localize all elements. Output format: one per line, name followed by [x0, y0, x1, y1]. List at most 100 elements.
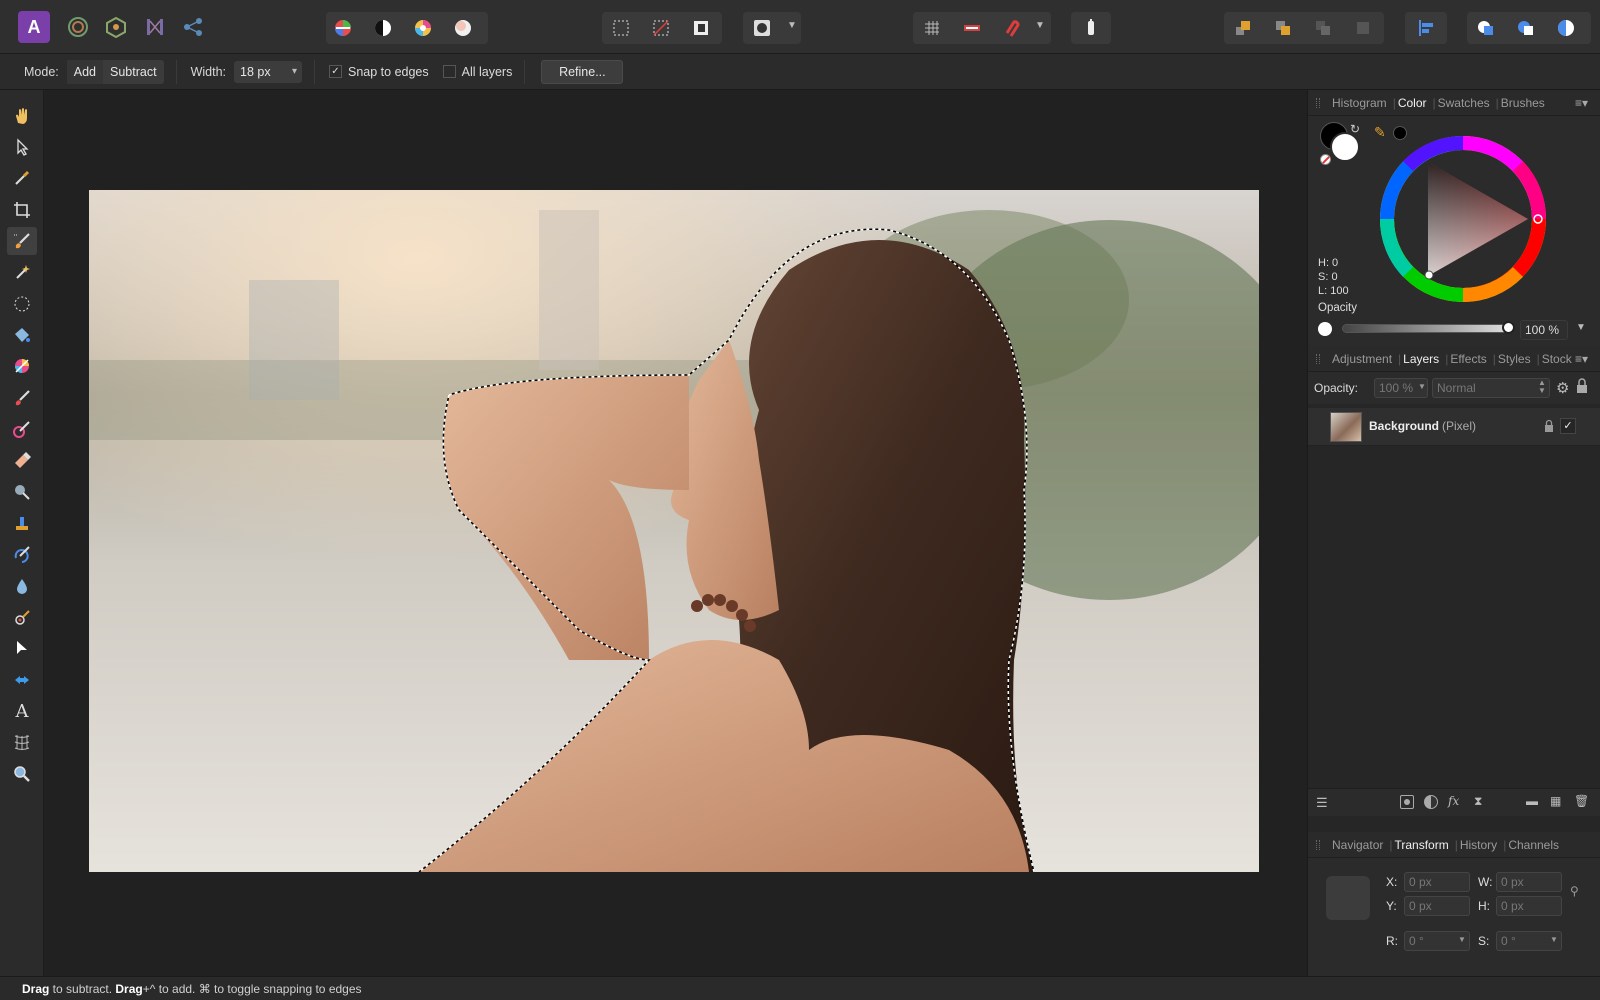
hand-icon[interactable] [7, 102, 37, 130]
marquee-icon[interactable] [606, 13, 636, 43]
node-icon[interactable] [7, 634, 37, 662]
no-color-icon[interactable] [1320, 154, 1331, 165]
w-field[interactable]: 0 px [1496, 872, 1562, 892]
move-forward-icon[interactable] [1268, 13, 1298, 43]
flood-select-icon[interactable] [7, 258, 37, 286]
tab-channels[interactable]: Channels [1508, 838, 1559, 852]
flood-fill-icon[interactable] [7, 321, 37, 349]
layer-lock-icon[interactable] [1544, 419, 1554, 436]
mode-subtract-button[interactable]: Subtract [103, 60, 164, 84]
refine-button[interactable]: Refine... [541, 59, 624, 84]
tab-histogram[interactable]: Histogram [1332, 96, 1387, 110]
clone-icon[interactable] [7, 509, 37, 537]
rotation-dropdown-icon[interactable]: ▼ [1458, 935, 1466, 944]
paint-brush-icon[interactable] [7, 384, 37, 412]
quick-mask-icon[interactable] [747, 13, 777, 43]
blend-mode-select[interactable]: Normal [1432, 378, 1550, 398]
blur-brush-icon[interactable] [7, 572, 37, 600]
quick-mask-dropdown-icon[interactable]: ▼ [787, 20, 797, 31]
liquify-persona-icon[interactable] [63, 12, 93, 42]
snap-to-edges-checkbox[interactable]: ✓ Snap to edges [329, 65, 429, 79]
snapping-dropdown-icon[interactable]: ▼ [1035, 20, 1045, 31]
y-field[interactable]: 0 px [1404, 896, 1470, 916]
marquee-icon[interactable] [7, 290, 37, 318]
deselect-icon[interactable] [646, 13, 676, 43]
add-icon[interactable] [1471, 13, 1501, 43]
swap-colors-icon[interactable]: ↻ [1350, 122, 1360, 136]
inpainting-icon[interactable] [7, 666, 37, 694]
gear-icon[interactable]: ⚙ [1556, 379, 1569, 397]
erase-brush-icon[interactable] [7, 446, 37, 474]
intersect-icon[interactable] [1551, 13, 1581, 43]
width-dropdown[interactable]: 18 px [234, 60, 302, 83]
opacity-value-field[interactable]: 100 % [1520, 320, 1568, 340]
color-picker-icon[interactable] [7, 164, 37, 192]
auto-contrast-icon[interactable] [368, 13, 398, 43]
crop-icon[interactable] [7, 196, 37, 224]
tab-adjustment[interactable]: Adjustment [1332, 352, 1392, 366]
tab-color[interactable]: Color [1398, 96, 1427, 110]
canvas-area[interactable] [45, 90, 1307, 976]
secondary-color-swatch[interactable] [1330, 132, 1360, 162]
tab-history[interactable]: History [1460, 838, 1497, 852]
add-pixel-layer-icon[interactable]: ▦ [1550, 794, 1561, 808]
grid-icon[interactable] [917, 13, 947, 43]
add-group-icon[interactable]: ▬ [1526, 794, 1538, 808]
drag-grip-icon[interactable] [1316, 98, 1320, 108]
snapping-magnet-icon[interactable] [997, 13, 1027, 43]
text-icon[interactable]: A [7, 697, 37, 725]
move-icon[interactable] [7, 133, 37, 161]
lock-icon[interactable] [1576, 378, 1588, 394]
color-replacement-icon[interactable] [7, 415, 37, 443]
invert-selection-icon[interactable] [686, 13, 716, 43]
drag-grip-icon[interactable] [1316, 840, 1320, 850]
color-wheel[interactable] [1378, 134, 1548, 304]
mask-layer-icon[interactable] [1400, 795, 1414, 809]
undo-brush-icon[interactable] [7, 540, 37, 568]
tab-brushes[interactable]: Brushes [1501, 96, 1545, 110]
live-filter-icon[interactable]: ⧗ [1474, 794, 1482, 809]
red-eye-icon[interactable] [7, 603, 37, 631]
auto-colors-icon[interactable] [408, 13, 438, 43]
opacity-slider-handle[interactable] [1502, 321, 1515, 334]
tone-mapping-persona-icon[interactable] [140, 12, 170, 42]
anchor-selector[interactable] [1326, 876, 1370, 920]
gradient-icon[interactable] [7, 352, 37, 380]
tab-effects[interactable]: Effects [1450, 352, 1486, 366]
develop-persona-icon[interactable] [101, 12, 131, 42]
opacity-slider[interactable] [1342, 324, 1508, 333]
dodge-icon[interactable] [7, 478, 37, 506]
move-back-icon[interactable] [1308, 13, 1338, 43]
tab-styles[interactable]: Styles [1498, 352, 1531, 366]
affinity-photo-logo[interactable]: A [18, 11, 50, 43]
adjustment-layer-icon[interactable] [1424, 795, 1438, 809]
tab-transform[interactable]: Transform [1394, 838, 1448, 852]
document-image[interactable] [89, 190, 1259, 872]
auto-white-balance-icon[interactable] [448, 13, 478, 43]
x-field[interactable]: 0 px [1404, 872, 1470, 892]
tab-navigator[interactable]: Navigator [1332, 838, 1383, 852]
layer-visibility-checkbox[interactable]: ✓ [1560, 418, 1576, 434]
mode-add-button[interactable]: Add [66, 59, 103, 84]
selection-brush-icon[interactable] [7, 227, 37, 255]
tab-stock[interactable]: Stock [1542, 352, 1572, 366]
layers-stack-icon[interactable]: ☰ [1316, 795, 1328, 811]
drag-grip-icon[interactable] [1316, 354, 1320, 364]
link-icon[interactable]: ⚲ [1570, 884, 1579, 898]
opacity-dropdown-icon[interactable]: ▼ [1576, 322, 1586, 333]
mesh-warp-icon[interactable] [7, 728, 37, 756]
export-persona-icon[interactable] [178, 12, 208, 42]
assistant-icon[interactable] [1076, 13, 1106, 43]
panel-menu-icon[interactable]: ≡▾ [1575, 352, 1588, 366]
tab-layers[interactable]: Layers [1403, 352, 1439, 366]
subtract-icon[interactable] [1511, 13, 1541, 43]
shear-dropdown-icon[interactable]: ▼ [1550, 935, 1558, 944]
panel-menu-icon[interactable]: ≡▾ [1575, 96, 1588, 110]
trash-icon[interactable]: 🗑 [1574, 794, 1589, 808]
snapping-ruler-icon[interactable] [957, 13, 987, 43]
align-icon[interactable] [1411, 13, 1441, 43]
zoom-icon[interactable] [7, 760, 37, 788]
all-layers-checkbox[interactable]: All layers [442, 65, 512, 79]
move-to-back-icon[interactable] [1348, 13, 1378, 43]
auto-levels-icon[interactable] [328, 13, 358, 43]
